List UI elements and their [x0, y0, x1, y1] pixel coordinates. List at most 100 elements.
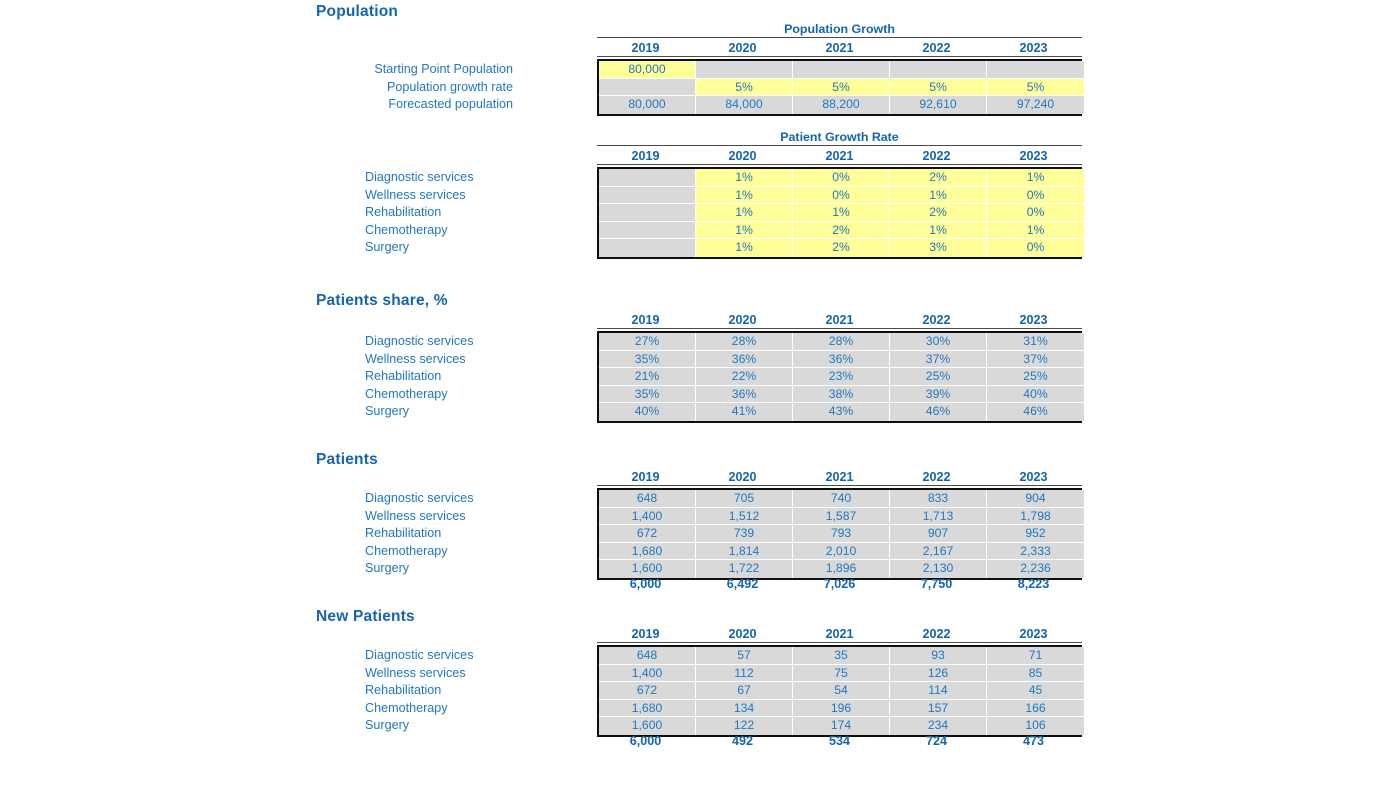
cell[interactable]	[599, 204, 696, 222]
cell[interactable]: 114	[890, 682, 987, 700]
cell[interactable]: 672	[599, 682, 696, 700]
cell[interactable]: 1,680	[599, 699, 696, 718]
cell[interactable]: 88,200	[793, 96, 890, 114]
cell[interactable]: 21%	[599, 368, 696, 386]
cell[interactable]: 0%	[793, 186, 890, 205]
cell[interactable]: 28%	[696, 333, 793, 351]
cell[interactable]	[696, 61, 793, 79]
cell[interactable]: 196	[793, 699, 890, 718]
cell[interactable]: 2%	[890, 204, 987, 222]
cell[interactable]: 80,000	[599, 61, 696, 79]
cell[interactable]: 672	[599, 525, 696, 543]
cell[interactable]: 1,713	[890, 507, 987, 526]
cell[interactable]: 1%	[890, 186, 987, 205]
cell[interactable]: 952	[987, 525, 1084, 543]
cell[interactable]: 134	[696, 699, 793, 718]
cell[interactable]: 1%	[696, 239, 793, 257]
cell[interactable]: 2%	[793, 221, 890, 240]
cell[interactable]: 2,333	[987, 542, 1084, 561]
cell[interactable]: 38%	[793, 385, 890, 404]
cell[interactable]: 126	[890, 664, 987, 683]
cell[interactable]: 45	[987, 682, 1084, 700]
cell[interactable]: 37%	[987, 350, 1084, 369]
cell[interactable]: 46%	[890, 403, 987, 421]
cell[interactable]: 84,000	[696, 96, 793, 114]
cell[interactable]: 0%	[987, 239, 1084, 257]
cell[interactable]: 1,680	[599, 542, 696, 561]
cell[interactable]: 27%	[599, 333, 696, 351]
cell[interactable]: 35%	[599, 385, 696, 404]
cell[interactable]: 1,512	[696, 507, 793, 526]
cell[interactable]: 234	[890, 717, 987, 735]
cell[interactable]: 57	[696, 647, 793, 665]
cell[interactable]: 25%	[890, 368, 987, 386]
cell[interactable]: 1%	[987, 221, 1084, 240]
cell[interactable]	[987, 61, 1084, 79]
cell[interactable]: 2%	[890, 169, 987, 187]
cell[interactable]: 648	[599, 490, 696, 508]
cell[interactable]: 5%	[890, 78, 987, 97]
cell[interactable]: 5%	[696, 78, 793, 97]
cell[interactable]: 174	[793, 717, 890, 735]
cell[interactable]: 97,240	[987, 96, 1084, 114]
cell[interactable]: 36%	[696, 350, 793, 369]
cell[interactable]: 1,600	[599, 717, 696, 735]
cell[interactable]: 739	[696, 525, 793, 543]
cell[interactable]	[599, 221, 696, 240]
cell[interactable]: 40%	[987, 385, 1084, 404]
cell[interactable]: 2%	[793, 239, 890, 257]
cell[interactable]: 0%	[793, 169, 890, 187]
cell[interactable]: 2,130	[890, 560, 987, 578]
cell[interactable]: 31%	[987, 333, 1084, 351]
cell[interactable]: 833	[890, 490, 987, 508]
cell[interactable]: 2,167	[890, 542, 987, 561]
cell[interactable]: 5%	[793, 78, 890, 97]
cell[interactable]: 1,722	[696, 560, 793, 578]
cell[interactable]: 1%	[696, 186, 793, 205]
cell[interactable]: 904	[987, 490, 1084, 508]
cell[interactable]: 41%	[696, 403, 793, 421]
cell[interactable]: 1,400	[599, 507, 696, 526]
cell[interactable]: 54	[793, 682, 890, 700]
cell[interactable]: 71	[987, 647, 1084, 665]
cell[interactable]: 0%	[987, 204, 1084, 222]
cell[interactable]: 35	[793, 647, 890, 665]
cell[interactable]: 1,600	[599, 560, 696, 578]
cell[interactable]: 157	[890, 699, 987, 718]
cell[interactable]: 1,798	[987, 507, 1084, 526]
cell[interactable]: 43%	[793, 403, 890, 421]
cell[interactable]: 1,400	[599, 664, 696, 683]
cell[interactable]	[599, 78, 696, 97]
cell[interactable]: 1%	[890, 221, 987, 240]
cell[interactable]: 40%	[599, 403, 696, 421]
cell[interactable]: 1%	[987, 169, 1084, 187]
cell[interactable]: 740	[793, 490, 890, 508]
cell[interactable]: 67	[696, 682, 793, 700]
cell[interactable]: 106	[987, 717, 1084, 735]
cell[interactable]: 30%	[890, 333, 987, 351]
cell[interactable]: 2,010	[793, 542, 890, 561]
cell[interactable]: 2,236	[987, 560, 1084, 578]
cell[interactable]: 1,814	[696, 542, 793, 561]
cell[interactable]	[793, 61, 890, 79]
cell[interactable]: 46%	[987, 403, 1084, 421]
cell[interactable]: 23%	[793, 368, 890, 386]
cell[interactable]: 648	[599, 647, 696, 665]
cell[interactable]: 0%	[987, 186, 1084, 205]
cell[interactable]: 28%	[793, 333, 890, 351]
cell[interactable]: 1,587	[793, 507, 890, 526]
cell[interactable]: 3%	[890, 239, 987, 257]
cell[interactable]	[890, 61, 987, 79]
cell[interactable]	[599, 169, 696, 187]
cell[interactable]	[599, 239, 696, 257]
cell[interactable]: 112	[696, 664, 793, 683]
cell[interactable]: 1,896	[793, 560, 890, 578]
cell[interactable]: 1%	[696, 204, 793, 222]
cell[interactable]: 37%	[890, 350, 987, 369]
cell[interactable]: 1%	[696, 221, 793, 240]
cell[interactable]: 35%	[599, 350, 696, 369]
cell[interactable]: 907	[890, 525, 987, 543]
cell[interactable]: 1%	[696, 169, 793, 187]
cell[interactable]: 92,610	[890, 96, 987, 114]
cell[interactable]: 22%	[696, 368, 793, 386]
